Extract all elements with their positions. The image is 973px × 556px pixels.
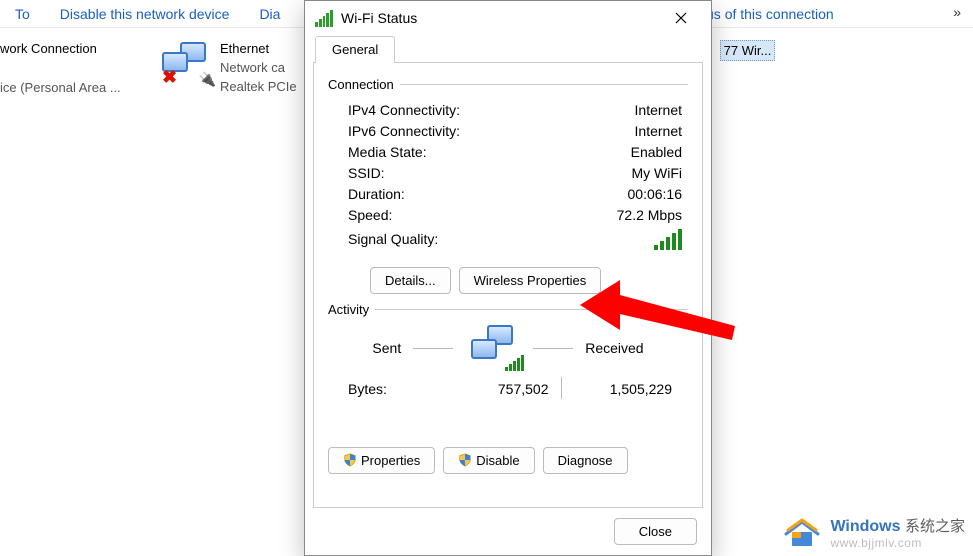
uac-shield-icon xyxy=(458,453,472,467)
tab-general[interactable]: General xyxy=(315,36,395,63)
signal-quality-label: Signal Quality: xyxy=(348,231,438,247)
wifi-signal-icon xyxy=(315,9,333,27)
section-activity: Activity xyxy=(328,302,369,317)
media-label: Media State: xyxy=(348,144,427,160)
received-label: Received xyxy=(585,340,643,356)
ipv4-label: IPv4 Connectivity: xyxy=(348,102,460,118)
signal-quality-bars-icon xyxy=(654,228,682,250)
watermark-cn: 系统之家 xyxy=(905,518,965,535)
wifi-adapter-selected[interactable]: 77 Wir... xyxy=(720,40,775,61)
wireless-properties-button[interactable]: Wireless Properties xyxy=(459,267,602,294)
ssid-label: SSID: xyxy=(348,165,385,181)
close-button[interactable] xyxy=(661,3,701,33)
bytes-received-value: 1,505,229 xyxy=(562,381,681,399)
bytes-sent-value: 757,502 xyxy=(438,381,561,399)
disable-button[interactable]: Disable xyxy=(443,447,534,474)
speed-value: 72.2 Mbps xyxy=(617,207,682,223)
ethernet-plug-icon: 🔌 xyxy=(199,71,216,88)
watermark: Windows 系统之家 www.bjjmlv.com xyxy=(782,514,965,550)
duration-value: 00:06:16 xyxy=(628,186,683,202)
bytes-label: Bytes: xyxy=(348,381,438,399)
conn-name: Ethernet xyxy=(220,40,297,59)
conn-sub: Network ca xyxy=(220,59,297,78)
ipv6-label: IPv6 Connectivity: xyxy=(348,123,460,139)
diagnose-button[interactable]: Diagnose xyxy=(543,447,628,474)
speed-label: Speed: xyxy=(348,207,392,223)
toolbar-link-disable[interactable]: Disable this network device xyxy=(60,6,230,22)
conn-sub: ice (Personal Area ... xyxy=(0,79,121,98)
wifi-status-dialog: Wi-Fi Status General Connection IPv4 Con… xyxy=(304,0,712,556)
media-value: Enabled xyxy=(631,144,682,160)
ipv4-value: Internet xyxy=(635,102,682,118)
conn-name: work Connection xyxy=(0,40,121,59)
conn-sub: Realtek PCIe xyxy=(220,78,297,97)
duration-label: Duration: xyxy=(348,186,405,202)
sent-label: Sent xyxy=(372,340,401,356)
toolbar-link-to[interactable]: To xyxy=(15,6,30,22)
close-icon xyxy=(675,12,687,24)
activity-icon xyxy=(465,325,521,371)
disconnected-x-icon: ✖ xyxy=(162,67,177,88)
properties-button[interactable]: Properties xyxy=(328,447,435,474)
details-button[interactable]: Details... xyxy=(370,267,451,294)
ssid-value: My WiFi xyxy=(631,165,682,181)
network-adapter-icon: ✖ 🔌 xyxy=(162,40,212,84)
toolbar-link-dia[interactable]: Dia xyxy=(259,6,280,22)
watermark-logo-icon xyxy=(782,514,822,550)
watermark-brand: Windows xyxy=(830,518,900,535)
ipv6-value: Internet xyxy=(635,123,682,139)
section-connection: Connection xyxy=(328,77,394,92)
toolbar-overflow-chevron[interactable]: » xyxy=(953,4,961,20)
close-dialog-button[interactable]: Close xyxy=(614,518,697,545)
uac-shield-icon xyxy=(343,453,357,467)
watermark-url: www.bjjmlv.com xyxy=(830,536,965,550)
dialog-title: Wi-Fi Status xyxy=(341,10,653,26)
titlebar: Wi-Fi Status xyxy=(305,1,711,35)
